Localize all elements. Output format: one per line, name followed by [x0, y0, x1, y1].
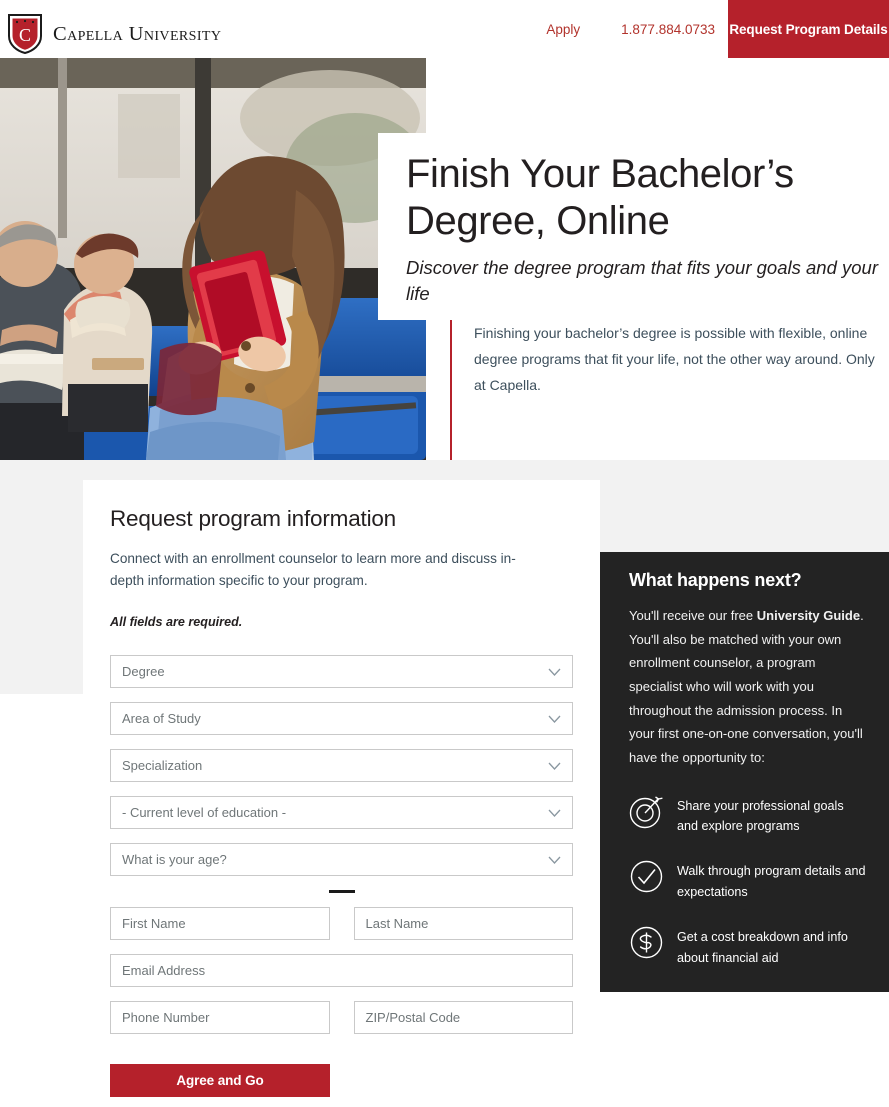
what-happens-next-title: What happens next? — [629, 570, 802, 590]
dollar-circle-icon — [630, 926, 663, 959]
chevron-down-icon — [548, 856, 561, 864]
input-last-name[interactable]: Last Name — [353, 907, 573, 941]
form-description: Connect with an enrollment counselor to … — [110, 551, 516, 589]
chevron-down-icon — [548, 809, 561, 817]
select-degree-label: Degree — [122, 664, 165, 680]
input-phone[interactable]: Phone Number — [110, 1001, 330, 1035]
input-zip[interactable]: ZIP/Postal Code — [353, 1001, 573, 1035]
contact-field-row: Phone Number ZIP/Postal Code — [110, 1001, 573, 1048]
brand-logo-text: Capella University — [53, 22, 222, 45]
benefit-item: Share your professional goals and explor… — [629, 794, 867, 837]
hero-section: Finish Your Bachelor’s Degree, Online Di… — [0, 58, 889, 460]
university-guide-bold: University Guide — [756, 608, 861, 623]
select-age-label: What is your age? — [122, 852, 227, 868]
benefit-text: Get a cost breakdown and info about fina… — [677, 930, 848, 965]
input-first-name-placeholder: First Name — [122, 916, 186, 932]
gray-background-band-right — [600, 460, 889, 552]
input-email[interactable]: Email Address — [110, 954, 573, 988]
request-info-form-card: Request program information Connect with… — [83, 480, 600, 1100]
select-area-of-study[interactable]: Area of Study — [110, 702, 573, 736]
chevron-down-icon — [548, 715, 561, 723]
select-education-level-label: - Current level of education - — [122, 805, 287, 821]
header-nav: Apply 1.877.884.0733 Request Program Det… — [546, 0, 889, 58]
benefit-item: Get a cost breakdown and info about fina… — [629, 925, 867, 968]
chevron-down-icon — [548, 762, 561, 770]
what-happens-next-panel: What happens next? You'll receive our fr… — [600, 552, 889, 992]
benefits-list: Share your professional goals and explor… — [629, 794, 867, 968]
section-divider — [328, 890, 355, 894]
bus-commuters-illustration — [0, 58, 426, 460]
agree-and-go-button[interactable]: Agree and Go — [110, 1064, 330, 1098]
select-specialization[interactable]: Specialization — [110, 749, 573, 783]
select-specialization-label: Specialization — [122, 758, 203, 774]
svg-text:C: C — [19, 25, 31, 45]
select-education-level[interactable]: - Current level of education - — [110, 796, 573, 830]
input-last-name-placeholder: Last Name — [365, 916, 429, 932]
request-program-details-button[interactable]: Request Program Details — [728, 0, 889, 58]
body-part-1: You'll receive our free — [629, 608, 757, 623]
chevron-down-icon — [548, 668, 561, 676]
hero-quote-text: Finishing your bachelor’s degree is poss… — [474, 325, 875, 394]
check-circle-icon — [630, 861, 663, 893]
capella-shield-icon: C — [8, 14, 42, 54]
hero-text-overlay: Finish Your Bachelor’s Degree, Online Di… — [378, 133, 889, 320]
brand-logo[interactable]: C Capella University — [8, 14, 221, 54]
hero-photo — [0, 58, 426, 460]
hero-subheading: Discover the degree program that fits yo… — [406, 257, 878, 305]
input-phone-placeholder: Phone Number — [122, 1010, 210, 1026]
input-first-name[interactable]: First Name — [110, 907, 330, 941]
phone-link[interactable]: 1.877.884.0733 — [621, 22, 715, 37]
body-part-2: . You'll also be matched with your own e… — [629, 608, 864, 765]
site-header: C Capella University Apply 1.877.884.073… — [0, 0, 889, 58]
hero-quote-block: Finishing your bachelor’s degree is poss… — [450, 320, 889, 460]
input-zip-placeholder: ZIP/Postal Code — [365, 1010, 461, 1026]
form-required-note: All fields are required. — [110, 615, 243, 630]
benefit-item: Walk through program details and expecta… — [629, 859, 867, 902]
hero-heading: Finish Your Bachelor’s Degree, Online — [406, 152, 794, 244]
input-email-placeholder: Email Address — [122, 963, 206, 979]
benefit-text: Walk through program details and expecta… — [677, 864, 866, 899]
apply-link[interactable]: Apply — [546, 22, 580, 37]
landing-page: C Capella University Apply 1.877.884.073… — [0, 0, 889, 1107]
target-icon — [629, 796, 663, 828]
form-title: Request program information — [110, 506, 396, 531]
form-fields: Degree Area of Study Specialization - Cu… — [110, 655, 573, 1098]
benefit-text: Share your professional goals and explor… — [677, 798, 844, 833]
select-area-of-study-label: Area of Study — [122, 711, 201, 727]
select-age[interactable]: What is your age? — [110, 843, 573, 877]
what-happens-next-body: You'll receive our free University Guide… — [629, 604, 867, 770]
select-degree[interactable]: Degree — [110, 655, 573, 689]
name-field-row: First Name Last Name — [110, 907, 573, 954]
